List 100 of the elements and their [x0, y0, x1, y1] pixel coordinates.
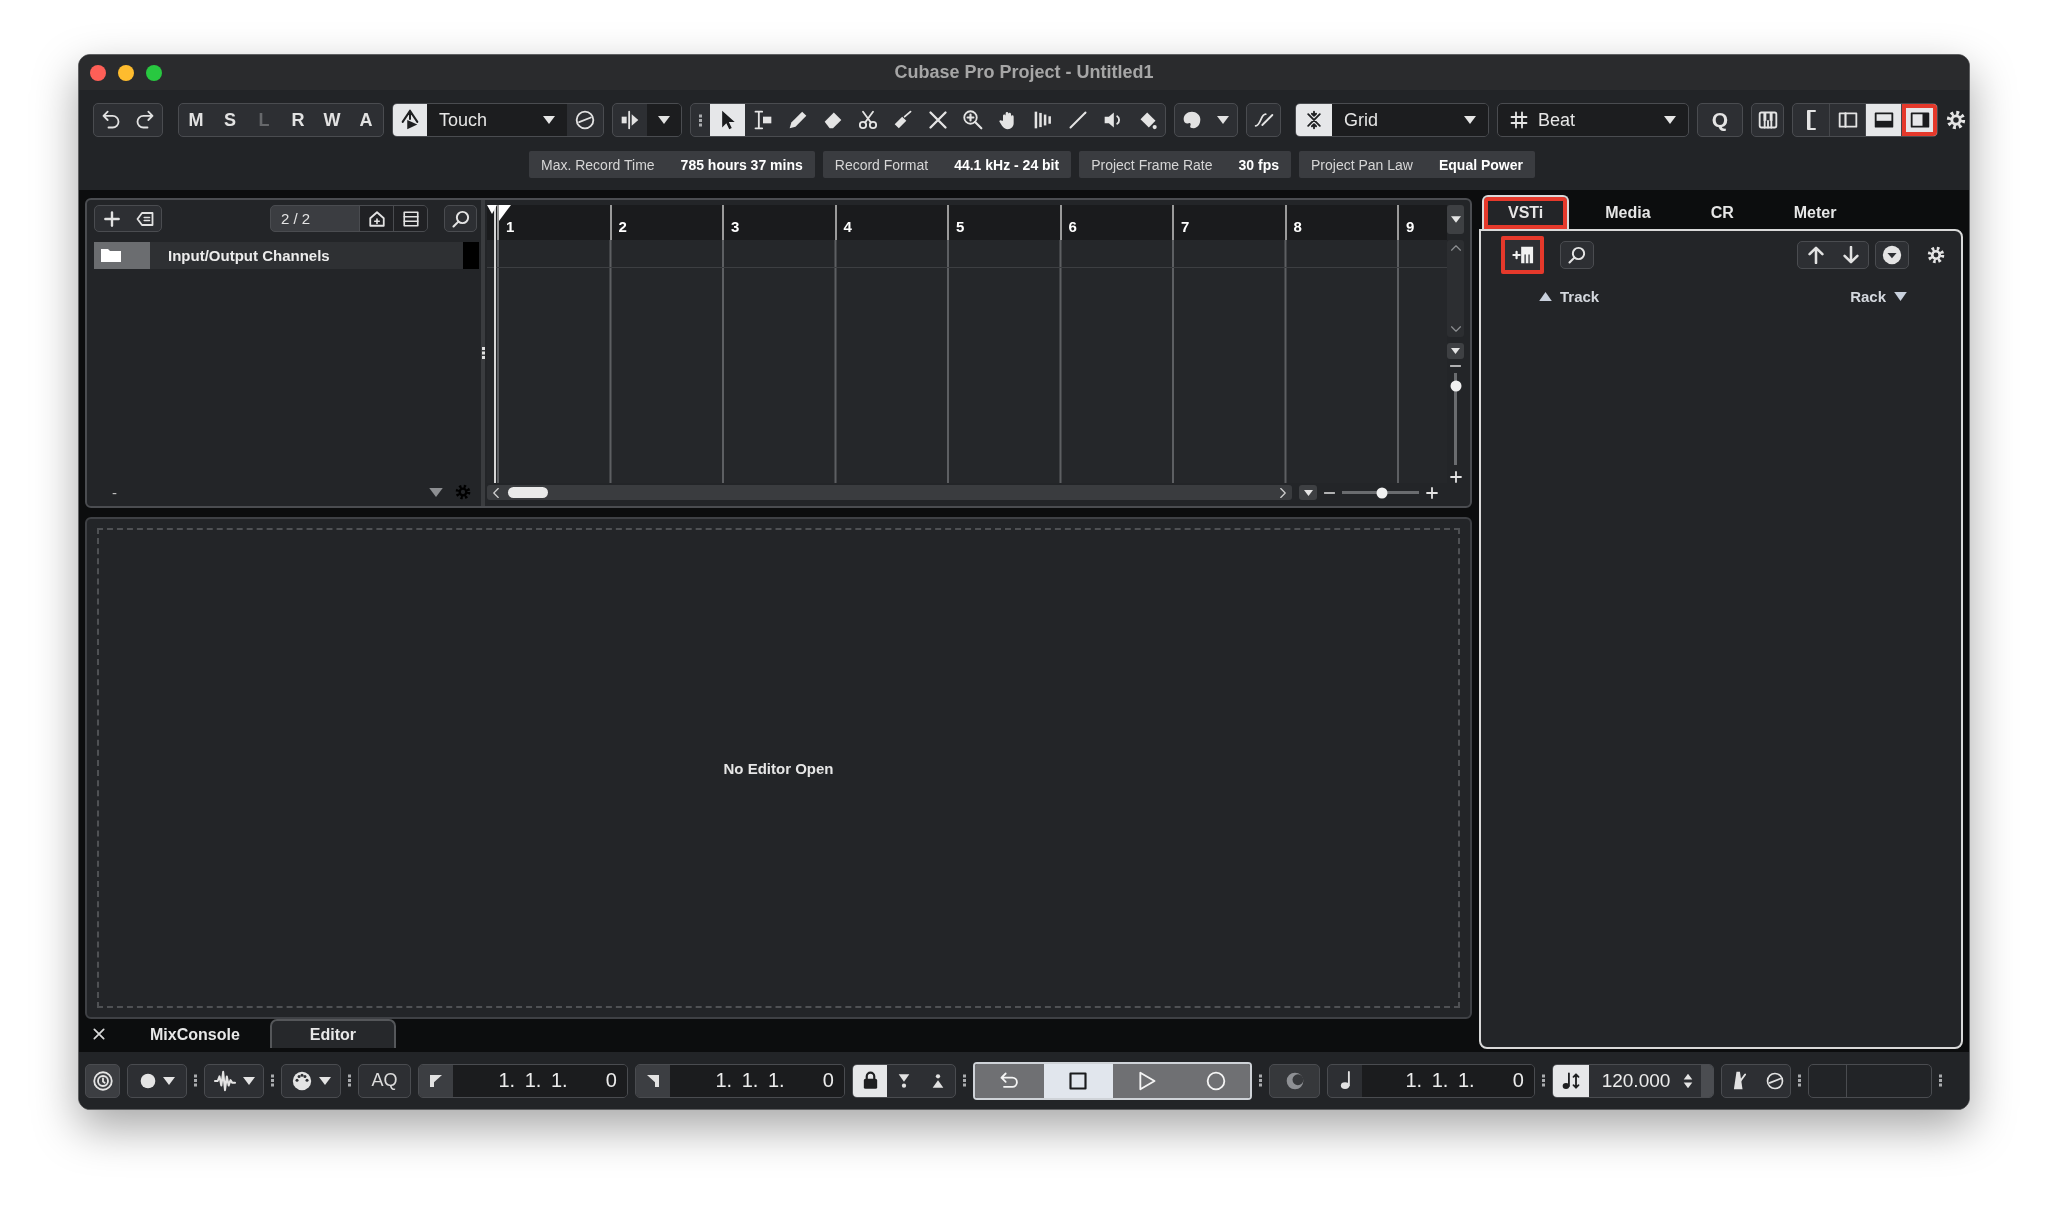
hash-icon	[1510, 111, 1528, 129]
tool-button[interactable]	[710, 104, 745, 136]
chevron-down-icon[interactable]	[1450, 326, 1461, 332]
caret-icon	[242, 1076, 255, 1085]
grid-type-dropdown[interactable]: Beat	[1497, 103, 1689, 137]
caret-icon	[162, 1076, 175, 1085]
minimize-window-button[interactable]	[118, 64, 134, 81]
search-button[interactable]	[444, 205, 477, 232]
visibility-button[interactable]	[359, 206, 393, 231]
column-header[interactable]: Track	[1539, 288, 1600, 305]
close-icon[interactable]	[92, 1026, 106, 1041]
grip-icon[interactable]	[699, 113, 702, 127]
bar-number: 6	[1068, 218, 1077, 235]
minus-icon[interactable]	[1324, 491, 1335, 494]
monitor-button[interactable]	[1269, 1063, 1320, 1098]
search-button[interactable]	[1560, 241, 1594, 269]
mode-button[interactable]: R	[281, 104, 315, 136]
zoom-slider-thumb[interactable]	[1450, 380, 1461, 392]
caret-icon	[1303, 489, 1313, 496]
keyboard-button[interactable]	[1751, 103, 1784, 137]
auto-quantize-button[interactable]: AQ	[358, 1063, 411, 1098]
mode-button[interactable]: W	[315, 104, 349, 136]
zoom-menu-button[interactable]	[1299, 485, 1317, 500]
mode-button[interactable]: S	[213, 104, 247, 136]
lock-icon	[862, 1071, 878, 1090]
plus-icon[interactable]	[1449, 471, 1462, 483]
zone-toggle-button[interactable]	[1901, 104, 1937, 136]
transport-button[interactable]	[1043, 1063, 1113, 1098]
lower-zone-tab[interactable]: Editor	[269, 1019, 396, 1048]
grip-icon[interactable]	[194, 1074, 197, 1087]
close-window-button[interactable]	[90, 64, 106, 81]
time-display[interactable]: 1. 1. 1. 0	[670, 1064, 844, 1097]
grip-icon[interactable]	[963, 1074, 966, 1087]
left-zone-icon	[1806, 110, 1816, 130]
chevron-up-icon[interactable]	[1450, 245, 1461, 251]
right-zone-tab[interactable]: CR	[1686, 195, 1758, 229]
mode-button[interactable]: M	[179, 104, 213, 136]
caret-icon[interactable]	[429, 487, 443, 497]
scrollbar-track[interactable]	[487, 485, 1292, 500]
mode-button[interactable]: A	[349, 104, 383, 136]
status-value: 44.1 kHz - 24 bit	[954, 156, 1060, 173]
grip-icon[interactable]	[1939, 1074, 1942, 1087]
chevron-right-icon[interactable]	[1280, 487, 1286, 498]
zoom-window-button[interactable]	[146, 64, 162, 81]
right-locator-button[interactable]	[636, 1064, 670, 1097]
snap-button[interactable]	[1296, 104, 1332, 136]
snap-cross-icon	[1304, 110, 1324, 130]
midi-button[interactable]	[281, 1063, 341, 1098]
list-button[interactable]	[393, 206, 427, 231]
curve-button[interactable]	[1246, 103, 1281, 137]
zone-toggle-button[interactable]	[1865, 104, 1901, 136]
folder-icon	[94, 242, 150, 269]
dot-triangle-icon	[930, 1072, 946, 1089]
grip-icon[interactable]	[1259, 1074, 1262, 1087]
scrollbar-track[interactable]	[1447, 240, 1464, 337]
add-instrument-button[interactable]	[1501, 236, 1544, 274]
zoom-slider-thumb[interactable]	[1376, 487, 1388, 498]
tempo-display[interactable]: 120.000	[1589, 1064, 1683, 1097]
track-counter: 2 / 2	[280, 209, 312, 229]
right-zone-tab[interactable]: Media	[1581, 195, 1675, 229]
snap-type-dropdown[interactable]: Grid	[1332, 104, 1488, 136]
glue-icon	[892, 110, 913, 130]
playhead-icon[interactable]	[487, 205, 511, 221]
lower-zone-tab[interactable]: MixConsole	[126, 1019, 264, 1048]
right-zone-tab[interactable]: Meter	[1769, 195, 1861, 229]
time-display[interactable]: 1. 1. 1. 0	[1362, 1064, 1534, 1097]
grip-icon[interactable]	[271, 1074, 274, 1087]
arrow-down-icon	[1842, 246, 1859, 264]
undo-icon	[101, 110, 121, 130]
ruler[interactable]: 1 2 3 4 5 6 7 8 9	[487, 205, 1447, 240]
pencil-icon	[787, 110, 808, 130]
collapse-button[interactable]	[1875, 241, 1909, 269]
grip-icon[interactable]	[348, 1074, 351, 1087]
left-locator-button[interactable]	[419, 1064, 453, 1097]
record-mode-button[interactable]	[127, 1063, 187, 1098]
audio-button[interactable]	[204, 1063, 264, 1098]
quantize-button[interactable]: Q	[1697, 103, 1743, 137]
column-header[interactable]: Rack	[1850, 288, 1907, 305]
scrollbar-thumb[interactable]	[508, 487, 548, 498]
automation-button[interactable]	[393, 104, 427, 136]
status-label: Project Pan Law	[1311, 156, 1413, 173]
track-height-button[interactable]	[1447, 205, 1464, 234]
grip-icon[interactable]	[1542, 1074, 1545, 1087]
right-zone-tab[interactable]: VSTi	[1482, 195, 1570, 229]
time-display-button[interactable]	[85, 1063, 120, 1098]
automation-mode-dropdown[interactable]: Touch	[427, 104, 567, 136]
zoom-menu-button[interactable]	[1447, 343, 1464, 359]
plus-icon[interactable]	[1426, 486, 1438, 499]
time-display[interactable]: 1. 1. 1. 0	[453, 1064, 627, 1097]
lock-button[interactable]	[853, 1064, 887, 1097]
caret-icon	[1464, 116, 1476, 124]
dropdown-button[interactable]	[647, 104, 681, 136]
folder-track[interactable]: Input/Output Channels	[94, 242, 479, 269]
bar-number: 3	[731, 218, 740, 235]
chevron-left-icon[interactable]	[493, 487, 499, 498]
redo-icon	[135, 110, 155, 130]
curve-icon	[1253, 110, 1274, 130]
piano-plus-icon	[1511, 244, 1534, 266]
grip-icon[interactable]	[1798, 1074, 1801, 1087]
status-label: Record Format	[834, 156, 929, 173]
